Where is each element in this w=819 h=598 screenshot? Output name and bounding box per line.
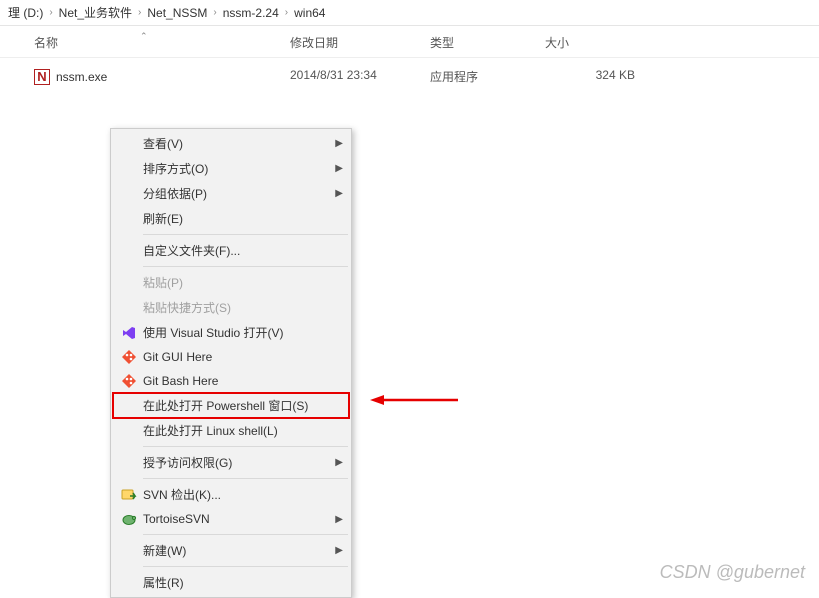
- menu-separator: [143, 266, 348, 267]
- file-name: nssm.exe: [56, 70, 107, 84]
- breadcrumb-item[interactable]: win64: [294, 6, 325, 20]
- menu-item[interactable]: 新建(W)▶: [113, 538, 349, 563]
- chevron-right-icon: ▶: [335, 514, 343, 525]
- menu-item[interactable]: 自定义文件夹(F)...: [113, 238, 349, 263]
- menu-item: 粘贴快捷方式(S): [113, 295, 349, 320]
- menu-item[interactable]: 属性(R): [113, 570, 349, 595]
- menu-item[interactable]: 在此处打开 Powershell 窗口(S): [113, 393, 349, 418]
- svn-checkout-icon: [117, 487, 141, 503]
- menu-item[interactable]: 查看(V)▶: [113, 131, 349, 156]
- app-icon: N: [34, 69, 50, 85]
- chevron-right-icon: ▶: [335, 163, 343, 174]
- menu-item[interactable]: 授予访问权限(G)▶: [113, 450, 349, 475]
- menu-item-label: 粘贴快捷方式(S): [141, 299, 343, 316]
- sort-indicator-icon: ⌃: [140, 31, 148, 42]
- menu-item[interactable]: 分组依据(P)▶: [113, 181, 349, 206]
- column-label: 名称: [34, 36, 58, 50]
- vs-icon: [117, 325, 141, 341]
- menu-item[interactable]: 使用 Visual Studio 打开(V): [113, 320, 349, 345]
- chevron-right-icon: ▶: [335, 188, 343, 199]
- column-header-name[interactable]: 名称 ⌃: [0, 34, 290, 51]
- file-list-header: 名称 ⌃ 修改日期 类型 大小: [0, 26, 819, 58]
- menu-item[interactable]: SVN 检出(K)...: [113, 482, 349, 507]
- menu-item-label: 新建(W): [141, 542, 335, 559]
- chevron-right-icon: ▶: [335, 138, 343, 149]
- breadcrumb-item[interactable]: Net_NSSM: [147, 6, 207, 20]
- menu-separator: [143, 234, 348, 235]
- menu-separator: [143, 566, 348, 567]
- menu-item-label: Git Bash Here: [141, 374, 343, 388]
- chevron-right-icon: ›: [285, 7, 288, 18]
- file-size: 324 KB: [545, 68, 655, 85]
- menu-item[interactable]: 排序方式(O)▶: [113, 156, 349, 181]
- context-menu: 查看(V)▶排序方式(O)▶分组依据(P)▶刷新(E)自定义文件夹(F)...粘…: [110, 128, 352, 598]
- menu-separator: [143, 478, 348, 479]
- table-row[interactable]: N nssm.exe 2014/8/31 23:34 应用程序 324 KB: [0, 58, 819, 95]
- menu-item-label: 刷新(E): [141, 210, 343, 227]
- menu-item-label: SVN 检出(K)...: [141, 486, 343, 503]
- menu-item-label: 分组依据(P): [141, 185, 335, 202]
- file-date: 2014/8/31 23:34: [290, 68, 430, 85]
- menu-item-label: 授予访问权限(G): [141, 454, 335, 471]
- menu-separator: [143, 446, 348, 447]
- breadcrumb[interactable]: 理 (D:) › Net_业务软件 › Net_NSSM › nssm-2.24…: [0, 0, 819, 26]
- menu-item-label: 属性(R): [141, 574, 343, 591]
- annotation-arrow-icon: [370, 393, 460, 407]
- menu-item-label: 粘贴(P): [141, 274, 343, 291]
- menu-item-label: 在此处打开 Linux shell(L): [141, 422, 343, 439]
- breadcrumb-item[interactable]: 理 (D:): [8, 4, 43, 21]
- tortoise-icon: [117, 511, 141, 527]
- menu-item-label: TortoiseSVN: [141, 512, 335, 526]
- column-header-size[interactable]: 大小: [545, 34, 655, 51]
- file-type: 应用程序: [430, 68, 545, 85]
- menu-item-label: Git GUI Here: [141, 350, 343, 364]
- menu-item-label: 自定义文件夹(F)...: [141, 242, 343, 259]
- menu-item-label: 使用 Visual Studio 打开(V): [141, 324, 343, 341]
- menu-separator: [143, 534, 348, 535]
- chevron-right-icon: ›: [213, 7, 216, 18]
- menu-item-label: 查看(V): [141, 135, 335, 152]
- chevron-right-icon: ▶: [335, 545, 343, 556]
- git-icon: [117, 349, 141, 365]
- chevron-right-icon: ›: [138, 7, 141, 18]
- menu-item-label: 在此处打开 Powershell 窗口(S): [141, 397, 343, 414]
- menu-item[interactable]: TortoiseSVN▶: [113, 507, 349, 531]
- menu-item[interactable]: Git GUI Here: [113, 345, 349, 369]
- menu-item[interactable]: 刷新(E): [113, 206, 349, 231]
- menu-item[interactable]: 在此处打开 Linux shell(L): [113, 418, 349, 443]
- breadcrumb-item[interactable]: Net_业务软件: [59, 4, 132, 21]
- column-header-type[interactable]: 类型: [430, 34, 545, 51]
- chevron-right-icon: ▶: [335, 457, 343, 468]
- watermark: CSDN @gubernet: [660, 562, 805, 583]
- menu-item: 粘贴(P): [113, 270, 349, 295]
- menu-item-label: 排序方式(O): [141, 160, 335, 177]
- git-icon: [117, 373, 141, 389]
- column-header-date[interactable]: 修改日期: [290, 34, 430, 51]
- breadcrumb-item[interactable]: nssm-2.24: [223, 6, 279, 20]
- menu-item[interactable]: Git Bash Here: [113, 369, 349, 393]
- chevron-right-icon: ›: [49, 7, 52, 18]
